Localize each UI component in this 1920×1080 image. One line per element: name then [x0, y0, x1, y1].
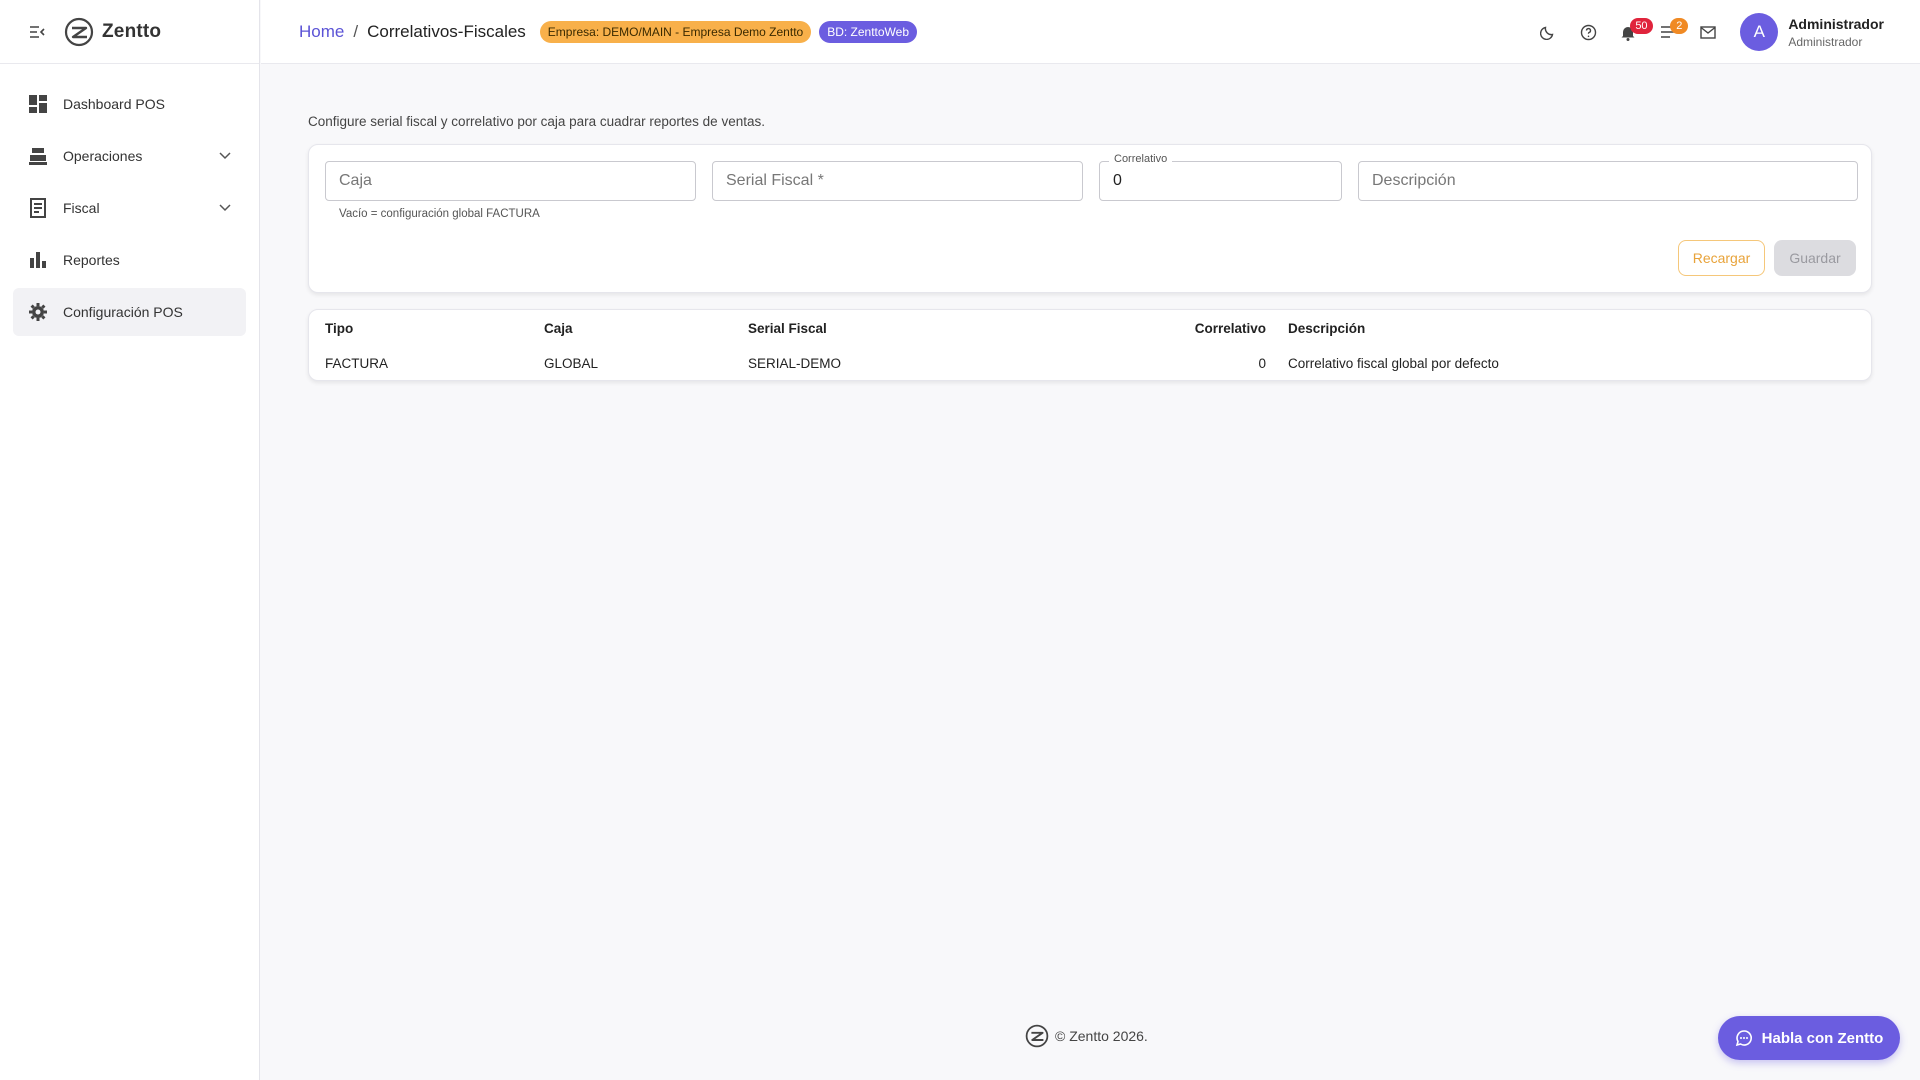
descripcion-input[interactable]: Descripción [1358, 161, 1858, 201]
user-name: Administrador [1788, 15, 1884, 32]
chat-button-label: Habla con Zentto [1761, 1029, 1884, 1047]
column-header-serial-fiscal[interactable]: Serial Fiscal [748, 321, 827, 336]
page-description: Configure serial fiscal y correlativo po… [308, 114, 765, 129]
brand-name: Zentto [102, 20, 162, 42]
receipt-icon [27, 197, 49, 219]
chevron-down-icon [218, 149, 232, 163]
sidebar-item-configuracion-pos[interactable]: Configuración POS [13, 288, 246, 336]
database-badge: BD: ZenttoWeb [819, 20, 918, 43]
chevron-down-icon [218, 201, 232, 215]
notifications-bell-icon[interactable]: 50 [1608, 12, 1653, 52]
sidebar-item-label: Configuración POS [63, 304, 183, 320]
help-icon[interactable] [1568, 12, 1608, 52]
breadcrumb-home-link[interactable]: Home [299, 22, 344, 42]
caja-helper-text: Vacío = configuración global FACTURA [339, 208, 540, 220]
reload-button[interactable]: Recargar [1678, 240, 1765, 276]
breadcrumb-separator: / [353, 21, 359, 41]
gear-icon [27, 301, 49, 323]
menu-collapse-icon[interactable] [28, 23, 46, 41]
save-button[interactable]: Guardar [1774, 240, 1856, 276]
tasks-count-badge: 2 [1670, 18, 1689, 34]
dashboard-icon [27, 93, 49, 115]
serial-fiscal-placeholder: Serial Fiscal * [726, 172, 824, 189]
cell-descripcion: Correlativo fiscal global por defecto [1288, 356, 1499, 371]
brand-logo-icon [64, 17, 94, 47]
cell-serial-fiscal: SERIAL-DEMO [748, 356, 842, 371]
sidebar-item-fiscal[interactable]: Fiscal [13, 184, 246, 232]
sidebar-header: Zentto [0, 0, 259, 64]
sidebar-item-label: Operaciones [63, 148, 143, 164]
fiscal-config-form: Caja Vacío = configuración global FACTUR… [308, 144, 1872, 293]
column-header-descripcion[interactable]: Descripción [1288, 321, 1365, 336]
correlativo-input[interactable]: Correlativo 0 [1099, 153, 1342, 201]
cash-register-icon [27, 145, 49, 167]
correlativos-table: Tipo Caja Serial Fiscal Correlativo Desc… [308, 309, 1872, 381]
sidebar-item-dashboard-pos[interactable]: Dashboard POS [13, 80, 246, 128]
caja-placeholder: Caja [339, 172, 372, 189]
cell-tipo: FACTURA [325, 356, 389, 371]
caja-input[interactable]: Caja [325, 161, 696, 201]
sidebar-item-label: Reportes [63, 252, 120, 268]
sidebar-item-reportes[interactable]: Reportes [13, 236, 246, 284]
avatar: A [1740, 13, 1779, 51]
top-actions: 50 2 A Administrador Administrador [1528, 0, 1884, 64]
cell-caja: GLOBAL [544, 356, 599, 371]
chat-bubble-icon [1735, 1029, 1753, 1047]
bar-chart-icon [27, 249, 49, 271]
column-header-correlativo[interactable]: Correlativo [1186, 321, 1266, 336]
column-header-tipo[interactable]: Tipo [325, 321, 353, 336]
chat-button[interactable]: Habla con Zentto [1718, 1016, 1900, 1060]
sidebar-nav: Dashboard POS Operaciones Fiscal Reporte… [0, 64, 259, 356]
company-badge: Empresa: DEMO/MAIN - Empresa Demo Zentto [539, 20, 812, 43]
footer-logo-icon [1025, 1024, 1049, 1048]
correlativo-label: Correlativo [1109, 153, 1173, 165]
copyright-text: © Zentto 2026. [1055, 1028, 1148, 1044]
serial-fiscal-input[interactable]: Serial Fiscal * [712, 161, 1083, 201]
correlativo-value: 0 [1113, 172, 1122, 189]
user-role: Administrador [1788, 34, 1863, 49]
sidebar-item-operaciones[interactable]: Operaciones [13, 132, 246, 180]
user-menu[interactable]: A Administrador Administrador [1740, 13, 1884, 51]
sidebar-item-label: Dashboard POS [63, 96, 165, 112]
sidebar-item-label: Fiscal [63, 200, 100, 216]
user-info: Administrador Administrador [1788, 16, 1884, 49]
cell-correlativo: 0 [1258, 356, 1266, 371]
tasks-list-icon[interactable]: 2 [1648, 12, 1689, 52]
footer: © Zentto 2026. [1025, 1024, 1148, 1048]
mail-icon[interactable] [1688, 12, 1728, 52]
top-bar: Home / Correlativos-Fiscales Empresa: DE… [261, 0, 1920, 64]
main-content: Configure serial fiscal y correlativo po… [308, 114, 1872, 381]
sidebar: Zentto Dashboard POS Operaciones Fiscal [0, 0, 260, 1080]
breadcrumb-current: Correlativos-Fiscales [367, 21, 526, 41]
dark-mode-toggle-icon[interactable] [1528, 12, 1568, 52]
descripcion-placeholder: Descripción [1372, 172, 1456, 189]
column-header-caja[interactable]: Caja [544, 321, 573, 336]
